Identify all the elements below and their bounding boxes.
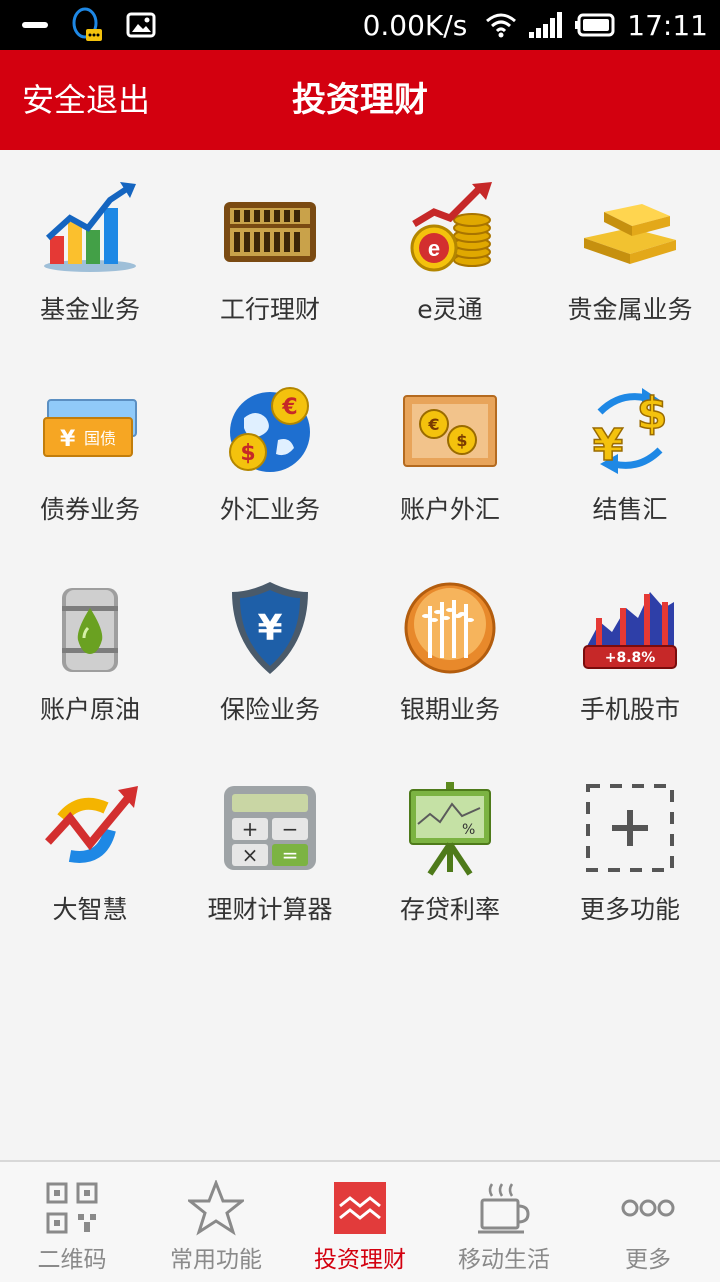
signal-icon <box>529 12 563 38</box>
insurance-shield-icon: ¥ <box>232 582 308 674</box>
svg-text:$: $ <box>637 388 668 439</box>
grid-item-precious-metal[interactable]: 贵金属业务 <box>540 178 720 378</box>
app-header: 安全退出 投资理财 <box>0 50 720 150</box>
stock-chart-icon: +8.8% <box>583 592 677 669</box>
status-bar: 0.00K/s 17:11 <box>0 0 720 50</box>
calculator-icon: + − × = <box>224 786 316 870</box>
coffee-icon <box>478 1183 530 1234</box>
star-icon <box>188 1180 244 1236</box>
tab-favorites[interactable]: 常用功能 <box>144 1162 288 1282</box>
grid-item-interest-rate[interactable]: % 存贷利率 <box>360 778 540 978</box>
tab-investment[interactable]: 投资理财 <box>288 1162 432 1282</box>
svg-text:+: + <box>242 817 259 841</box>
svg-text:=: = <box>282 843 299 867</box>
grid-item-crude-oil[interactable]: 账户原油 <box>0 578 180 778</box>
grid-item-fund[interactable]: 基金业务 <box>0 178 180 378</box>
grid-item-label: 外汇业务 <box>219 495 320 524</box>
svg-text:国债: 国债 <box>84 429 116 448</box>
svg-text:¥: ¥ <box>257 608 282 649</box>
minus-notification-icon <box>22 22 48 28</box>
grid-item-label: 债券业务 <box>39 495 140 524</box>
clock: 17:11 <box>627 8 708 42</box>
bottom-tab-bar: 二维码 常用功能 投资理财 移动生活 更多 <box>0 1160 720 1282</box>
grid-item-bank-futures[interactable]: 银期业务 <box>360 578 540 778</box>
wifi-icon <box>486 13 517 38</box>
svg-text:e: e <box>428 236 440 261</box>
qq-notification-icon <box>72 7 102 41</box>
dzh-logo-icon <box>45 786 138 863</box>
grid-item-bond[interactable]: ¥ 国债 债券业务 <box>0 378 180 578</box>
wheat-icon <box>404 582 496 674</box>
grid-item-label: 基金业务 <box>39 295 140 324</box>
grid-item-label: 更多功能 <box>579 895 680 924</box>
more-dots-icon <box>621 1199 675 1217</box>
grid-item-label: e灵通 <box>417 295 483 324</box>
grid-item-label: 理财计算器 <box>207 895 333 924</box>
svg-text:+8.8%: +8.8% <box>605 650 656 666</box>
tab-label: 投资理财 <box>314 1247 406 1273</box>
svg-text:−: − <box>282 817 299 841</box>
tab-qrcode[interactable]: 二维码 <box>0 1162 144 1282</box>
grid-item-label: 结售汇 <box>592 495 668 524</box>
add-more-icon <box>586 784 674 872</box>
grid-item-fx[interactable]: € $ 外汇业务 <box>180 378 360 578</box>
battery-icon <box>575 13 615 37</box>
svg-text:%: % <box>462 822 475 838</box>
grid-item-calculator[interactable]: + − × = 理财计算器 <box>180 778 360 978</box>
oil-barrel-icon <box>62 588 118 672</box>
network-speed: 0.00K/s <box>362 8 468 42</box>
grid-item-label: 工行理财 <box>219 295 320 324</box>
svg-text:×: × <box>242 843 259 867</box>
grid-item-label: 手机股市 <box>579 695 680 724</box>
qrcode-icon <box>46 1182 98 1234</box>
exchange-icon: ¥ $ <box>592 387 668 474</box>
account-fx-icon: € $ <box>403 395 497 467</box>
abacus-icon <box>224 202 316 262</box>
grid-item-dzh[interactable]: 大智慧 <box>0 778 180 978</box>
grid-item-mobile-stock[interactable]: +8.8% 手机股市 <box>540 578 720 778</box>
main-content: 基金业务 工行理财 e e灵通 贵金属业务 ¥ 国债 债券业务 € $ 外汇业务… <box>0 150 720 1160</box>
grid-item-label: 大智慧 <box>52 895 128 924</box>
grid-item-exchange[interactable]: ¥ $ 结售汇 <box>540 378 720 578</box>
tab-label: 常用功能 <box>170 1247 262 1273</box>
e-coins-icon: e <box>410 182 492 272</box>
svg-text:¥: ¥ <box>593 420 624 471</box>
grid-item-e-lingtong[interactable]: e e灵通 <box>360 178 540 378</box>
rate-board-icon: % <box>409 782 491 876</box>
grid-item-insurance[interactable]: ¥ 保险业务 <box>180 578 360 778</box>
fund-chart-icon <box>44 182 136 272</box>
bond-icon: ¥ 国债 <box>43 399 137 457</box>
tab-more[interactable]: 更多 <box>576 1162 720 1282</box>
tab-label: 二维码 <box>37 1247 107 1273</box>
svg-text:€: € <box>427 415 439 434</box>
grid-item-more-functions[interactable]: 更多功能 <box>540 778 720 978</box>
grid-item-account-fx[interactable]: € $ 账户外汇 <box>360 378 540 578</box>
grid-item-label: 存贷利率 <box>399 895 500 924</box>
grid-item-label: 保险业务 <box>219 695 320 724</box>
tab-mobile-life[interactable]: 移动生活 <box>432 1162 576 1282</box>
svg-text:¥: ¥ <box>60 427 76 452</box>
svg-text:$: $ <box>240 441 255 466</box>
page-title: 投资理财 <box>292 80 428 120</box>
grid-item-label: 银期业务 <box>399 695 500 724</box>
grid-item-label: 账户外汇 <box>399 495 500 524</box>
svg-text:$: $ <box>456 431 467 450</box>
grid-item-label: 贵金属业务 <box>567 295 693 324</box>
grid-item-icbc-finance[interactable]: 工行理财 <box>180 178 360 378</box>
invest-icon <box>334 1182 386 1234</box>
svg-text:€: € <box>281 395 297 420</box>
tab-label: 更多 <box>625 1247 671 1273</box>
grid-item-label: 账户原油 <box>39 695 140 724</box>
gold-bars-icon <box>584 204 676 264</box>
globe-currency-icon: € $ <box>229 387 310 472</box>
tab-label: 移动生活 <box>458 1247 550 1273</box>
image-notification-icon <box>126 12 156 38</box>
